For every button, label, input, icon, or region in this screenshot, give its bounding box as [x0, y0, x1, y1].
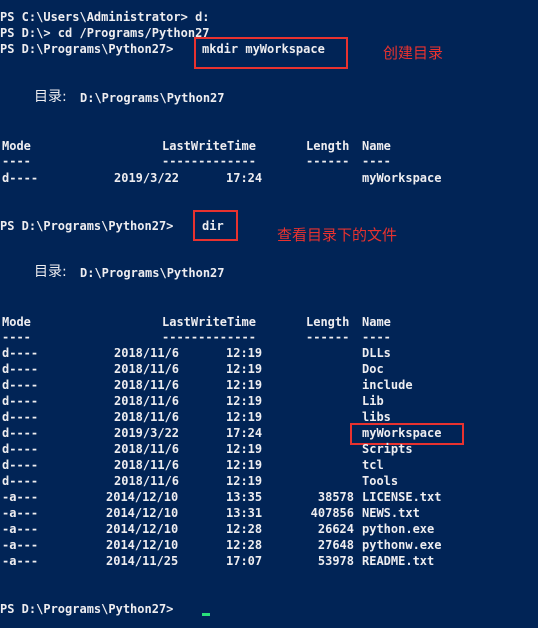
- header-mode: Mode: [2, 315, 31, 329]
- row-mode: d----: [2, 171, 39, 185]
- row-mode: d----: [2, 346, 39, 360]
- row-date: 2014/12/10: [106, 538, 179, 552]
- row-date: 2014/12/10: [106, 506, 179, 520]
- row-length: 53978: [317, 554, 354, 568]
- underline-length: ------: [306, 330, 350, 344]
- header-name: Name: [362, 139, 391, 153]
- row-name: NEWS.txt: [362, 506, 420, 520]
- header-length: Length: [306, 315, 350, 329]
- directory-label: 目录:: [34, 264, 67, 280]
- underline-length: ------: [306, 154, 350, 168]
- row-length: 38578: [317, 490, 354, 504]
- command-line-current-prompt: PS D:\Programs\Python27>: [0, 602, 174, 616]
- directory-label: 目录:: [34, 89, 67, 105]
- command-line-cd-drive: PS C:\Users\Administrator> d:: [0, 10, 210, 24]
- mkdir-annotation: 创建目录: [383, 44, 444, 62]
- row-date: 2014/11/25: [106, 554, 179, 568]
- row-mode: d----: [2, 442, 39, 456]
- row-length: 407856: [310, 506, 354, 520]
- row-name: Lib: [362, 394, 384, 408]
- row-name: myWorkspace: [362, 171, 442, 185]
- row-mode: -a---: [2, 522, 39, 536]
- row-time: 12:28: [226, 522, 263, 536]
- row-mode: d----: [2, 394, 39, 408]
- row-date: 2018/11/6: [114, 458, 180, 472]
- directory-path: D:\Programs\Python27: [80, 266, 225, 280]
- header-mode: Mode: [2, 139, 31, 153]
- row-name: tcl: [362, 458, 384, 472]
- row-mode: d----: [2, 458, 39, 472]
- row-time: 17:24: [226, 426, 263, 440]
- row-length: 27648: [317, 538, 354, 552]
- command-line-mkdir-prompt: PS D:\Programs\Python27>: [0, 42, 174, 56]
- row-time: 12:19: [226, 378, 263, 392]
- row-mode: d----: [2, 378, 39, 392]
- row-mode: -a---: [2, 506, 39, 520]
- directory-path: D:\Programs\Python27: [80, 91, 225, 105]
- row-length: 26624: [317, 522, 354, 536]
- underline-lastwritetime: -------------: [162, 154, 256, 168]
- mkdir-highlight-box: [194, 37, 348, 69]
- row-time: 12:19: [226, 458, 263, 472]
- underline-name: ----: [362, 330, 391, 344]
- row-name: DLLs: [362, 346, 391, 360]
- row-name: Tools: [362, 474, 399, 488]
- row-time: 13:35: [226, 490, 263, 504]
- row-time: 12:19: [226, 394, 263, 408]
- row-mode: d----: [2, 474, 39, 488]
- row-time: 12:19: [226, 346, 263, 360]
- row-time: 12:19: [226, 474, 263, 488]
- powershell-terminal[interactable]: PS C:\Users\Administrator> d: PS D:\> cd…: [0, 0, 538, 628]
- row-time: 12:28: [226, 538, 263, 552]
- row-name: python.exe: [362, 522, 435, 536]
- row-time: 17:07: [226, 554, 263, 568]
- header-lastwritetime: LastWriteTime: [162, 315, 256, 329]
- dir-highlight-box: [193, 210, 238, 241]
- underline-lastwritetime: -------------: [162, 330, 256, 344]
- underline-name: ----: [362, 154, 391, 168]
- command-line-dir-prompt: PS D:\Programs\Python27>: [0, 219, 174, 233]
- row-time: 17:24: [226, 171, 263, 185]
- row-time: 12:19: [226, 362, 263, 376]
- row-mode: d----: [2, 426, 39, 440]
- row-date: 2018/11/6: [114, 410, 180, 424]
- row-mode: d----: [2, 410, 39, 424]
- header-name: Name: [362, 315, 391, 329]
- row-mode: -a---: [2, 554, 39, 568]
- header-lastwritetime: LastWriteTime: [162, 139, 256, 153]
- row-date: 2018/11/6: [114, 362, 180, 376]
- header-length: Length: [306, 139, 350, 153]
- row-date: 2019/3/22: [114, 171, 180, 185]
- row-time: 12:19: [226, 410, 263, 424]
- row-date: 2014/12/10: [106, 522, 179, 536]
- row-date: 2018/11/6: [114, 394, 180, 408]
- row-date: 2018/11/6: [114, 442, 180, 456]
- row-time: 12:19: [226, 442, 263, 456]
- row-name: include: [362, 378, 413, 392]
- row-name: Scripts: [362, 442, 413, 456]
- row-mode: d----: [2, 362, 39, 376]
- row-date: 2018/11/6: [114, 474, 180, 488]
- row-mode: -a---: [2, 490, 39, 504]
- row-date: 2018/11/6: [114, 346, 180, 360]
- command-line-cd-python: PS D:\> cd /Programs/Python27: [0, 26, 210, 40]
- text-cursor: [202, 613, 210, 616]
- underline-mode: ----: [2, 330, 31, 344]
- row-date: 2019/3/22: [114, 426, 180, 440]
- row-time: 13:31: [226, 506, 263, 520]
- row-name: README.txt: [362, 554, 435, 568]
- row-name: pythonw.exe: [362, 538, 442, 552]
- row-name: Doc: [362, 362, 384, 376]
- row-name: LICENSE.txt: [362, 490, 442, 504]
- dir-annotation: 查看目录下的文件: [277, 226, 398, 244]
- row-mode: -a---: [2, 538, 39, 552]
- row-date: 2018/11/6: [114, 378, 180, 392]
- row-date: 2014/12/10: [106, 490, 179, 504]
- underline-mode: ----: [2, 154, 31, 168]
